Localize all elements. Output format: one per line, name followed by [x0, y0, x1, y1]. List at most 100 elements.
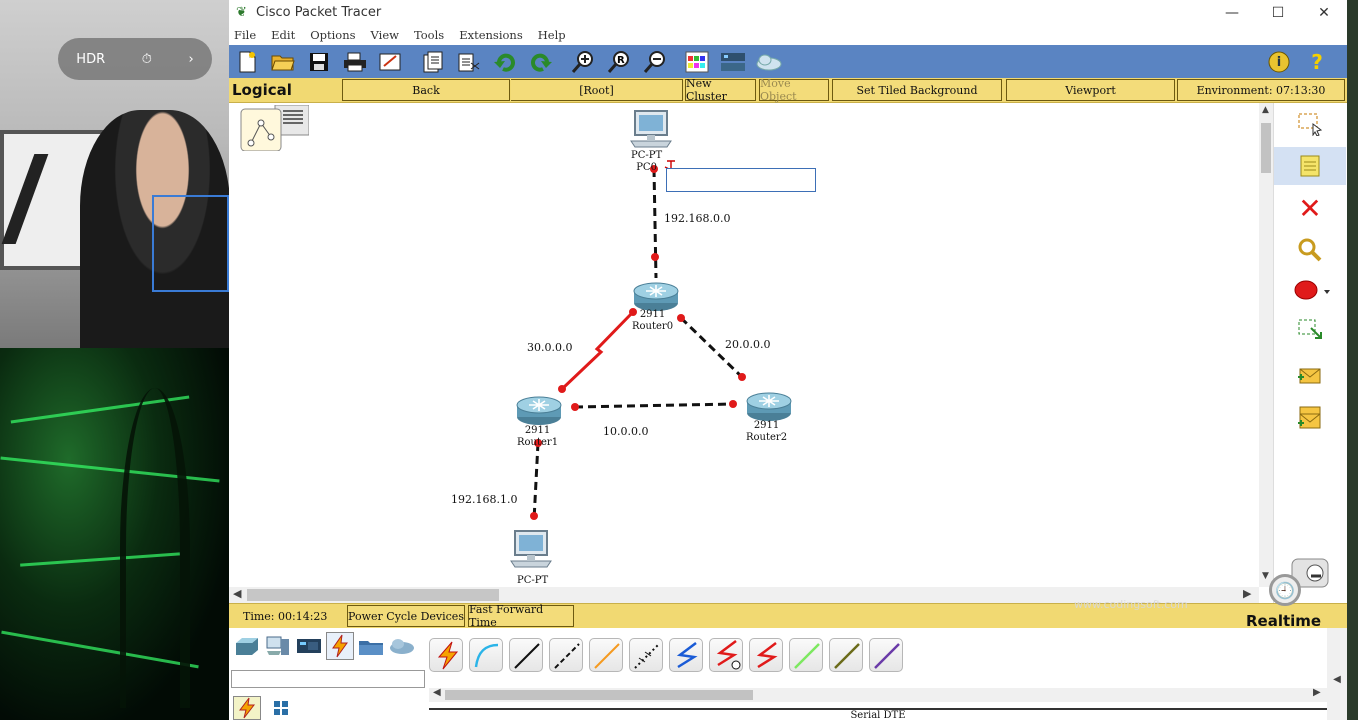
- menu-extensions[interactable]: Extensions: [459, 28, 523, 42]
- menu-options[interactable]: Options: [310, 28, 355, 42]
- add-simple-pdu-icon[interactable]: [1274, 357, 1346, 395]
- horizontal-scroll-thumb[interactable]: [247, 589, 499, 601]
- note-30-0-0-0[interactable]: 30.0.0.0: [527, 341, 573, 354]
- note-192-168-1-0[interactable]: 192.168.1.0: [451, 493, 518, 506]
- note-20-0-0-0[interactable]: 20.0.0.0: [725, 338, 771, 351]
- automatic-cable-icon[interactable]: [429, 638, 463, 672]
- logical-view-label[interactable]: Logical: [232, 81, 292, 99]
- grid-icon[interactable]: [267, 696, 295, 720]
- coaxial-cable-icon[interactable]: [669, 638, 703, 672]
- note-192-168-0-0[interactable]: 192.168.0.0: [664, 212, 731, 225]
- fiber-cable-icon[interactable]: [589, 638, 623, 672]
- logical-workspace[interactable]: PC-PT PC0 2911 Router0 2911 Router1 2911 Rou…: [229, 103, 1259, 587]
- move-object-button[interactable]: Move Object: [759, 77, 829, 103]
- zoom-in-icon[interactable]: [569, 49, 597, 75]
- serial-dce-cable-icon[interactable]: [709, 638, 743, 672]
- connections-subcategory-icon[interactable]: [233, 696, 261, 720]
- undo-icon[interactable]: [491, 49, 519, 75]
- add-complex-pdu-icon[interactable]: [1274, 399, 1346, 437]
- scroll-up-arrow-icon[interactable]: ▲: [1262, 105, 1269, 115]
- set-tiled-background-button[interactable]: Set Tiled Background: [832, 79, 1002, 101]
- note-icon[interactable]: [1274, 147, 1346, 185]
- minimize-button[interactable]: —: [1209, 5, 1255, 21]
- chevron-right-icon[interactable]: ›: [188, 52, 193, 67]
- timer-icon[interactable]: ⏱: [142, 52, 152, 67]
- usb-cable-icon[interactable]: [869, 638, 903, 672]
- new-file-icon[interactable]: [233, 49, 261, 75]
- components-icon[interactable]: [295, 632, 323, 660]
- pc1-icon[interactable]: [510, 530, 552, 568]
- menu-file[interactable]: File: [234, 28, 256, 42]
- redo-icon[interactable]: [527, 49, 555, 75]
- info-icon[interactable]: i: [1265, 49, 1293, 75]
- cable-scroll-left-icon[interactable]: ◀: [433, 687, 441, 698]
- note-10-0-0-0[interactable]: 10.0.0.0: [603, 425, 649, 438]
- cloud-icon[interactable]: [755, 49, 783, 75]
- resize-icon[interactable]: [1274, 311, 1346, 349]
- copper-straight-through-icon[interactable]: [509, 638, 543, 672]
- select-icon[interactable]: [1274, 105, 1346, 143]
- device-search-input[interactable]: [231, 670, 425, 688]
- serial-dte-cable-icon[interactable]: [749, 638, 783, 672]
- router1-icon[interactable]: [516, 396, 562, 426]
- print-icon[interactable]: [341, 49, 369, 75]
- fast-forward-time-button[interactable]: Fast Forward Time: [468, 603, 574, 629]
- paste-icon[interactable]: [455, 49, 483, 75]
- zoom-out-icon[interactable]: [641, 49, 669, 75]
- delete-icon[interactable]: ✕: [1274, 189, 1346, 227]
- link-router0-router1-serial[interactable]: [560, 310, 635, 391]
- scroll-left-arrow-icon[interactable]: ◀: [233, 587, 241, 600]
- iot-custom-cable-icon[interactable]: [829, 638, 863, 672]
- end-devices-icon[interactable]: [264, 632, 292, 660]
- zoom-reset-icon[interactable]: R: [605, 49, 633, 75]
- copper-cross-over-icon[interactable]: [549, 638, 583, 672]
- console-cable-icon[interactable]: [469, 638, 503, 672]
- menu-help[interactable]: Help: [538, 28, 566, 42]
- router0-icon[interactable]: [633, 282, 679, 312]
- help-icon[interactable]: ?: [1303, 49, 1331, 75]
- save-icon[interactable]: [305, 49, 333, 75]
- maximize-button[interactable]: ☐: [1255, 5, 1301, 21]
- misc-icon[interactable]: [357, 632, 385, 660]
- webcam-controls[interactable]: HDR ⏱ ›: [58, 38, 212, 80]
- connections-icon[interactable]: [326, 632, 354, 660]
- cable-scroll-thumb[interactable]: [445, 690, 753, 700]
- menu-tools[interactable]: Tools: [414, 28, 444, 42]
- copy-icon[interactable]: [419, 49, 447, 75]
- pc0-icon[interactable]: [630, 110, 672, 148]
- close-button[interactable]: ✕: [1301, 5, 1347, 21]
- viewport-button[interactable]: Viewport: [1006, 79, 1175, 101]
- link-pc0-router0[interactable]: [652, 168, 658, 279]
- router2-icon[interactable]: [746, 392, 792, 422]
- root-button[interactable]: [Root]: [511, 79, 683, 101]
- draw-ellipse-icon[interactable]: [1274, 271, 1346, 309]
- octal-cable-icon[interactable]: [789, 638, 823, 672]
- note-text-input[interactable]: [666, 168, 816, 192]
- scroll-right-arrow-icon[interactable]: ▶: [1243, 587, 1251, 600]
- power-cycle-devices-button[interactable]: Power Cycle Devices: [347, 605, 465, 627]
- panel-collapse-arrow-icon[interactable]: ◀: [1327, 628, 1347, 720]
- scroll-down-arrow-icon[interactable]: ▼: [1262, 571, 1269, 581]
- cable-scroll-right-icon[interactable]: ▶: [1313, 687, 1321, 698]
- environment-button[interactable]: Environment: 07:13:30: [1177, 79, 1345, 101]
- open-folder-icon[interactable]: [269, 49, 297, 75]
- device-template-icon[interactable]: [719, 49, 747, 75]
- title-bar[interactable]: ❦ Cisco Packet Tracer — ☐ ✕: [229, 0, 1347, 25]
- menu-view[interactable]: View: [371, 28, 399, 42]
- link-router1-pc1[interactable]: [532, 442, 540, 521]
- new-cluster-button[interactable]: New Cluster: [685, 77, 756, 103]
- phone-cable-icon[interactable]: [629, 638, 663, 672]
- inspect-icon[interactable]: [1274, 231, 1346, 269]
- network-devices-icon[interactable]: [233, 632, 261, 660]
- workspace-vertical-scrollbar[interactable]: ▲ ▼: [1259, 103, 1273, 587]
- hdr-icon[interactable]: HDR: [76, 52, 105, 67]
- palette-icon[interactable]: [683, 49, 711, 75]
- link-router1-router2[interactable]: [574, 402, 736, 409]
- cable-list-scrollbar[interactable]: ◀ ▶: [429, 687, 1327, 702]
- realtime-clock-icon[interactable]: 🕘: [1269, 574, 1301, 606]
- multiuser-icon[interactable]: [388, 632, 416, 660]
- activity-wizard-icon[interactable]: [377, 49, 405, 75]
- back-button[interactable]: Back: [342, 79, 510, 101]
- menu-edit[interactable]: Edit: [271, 28, 295, 42]
- vertical-scroll-thumb[interactable]: [1261, 123, 1271, 173]
